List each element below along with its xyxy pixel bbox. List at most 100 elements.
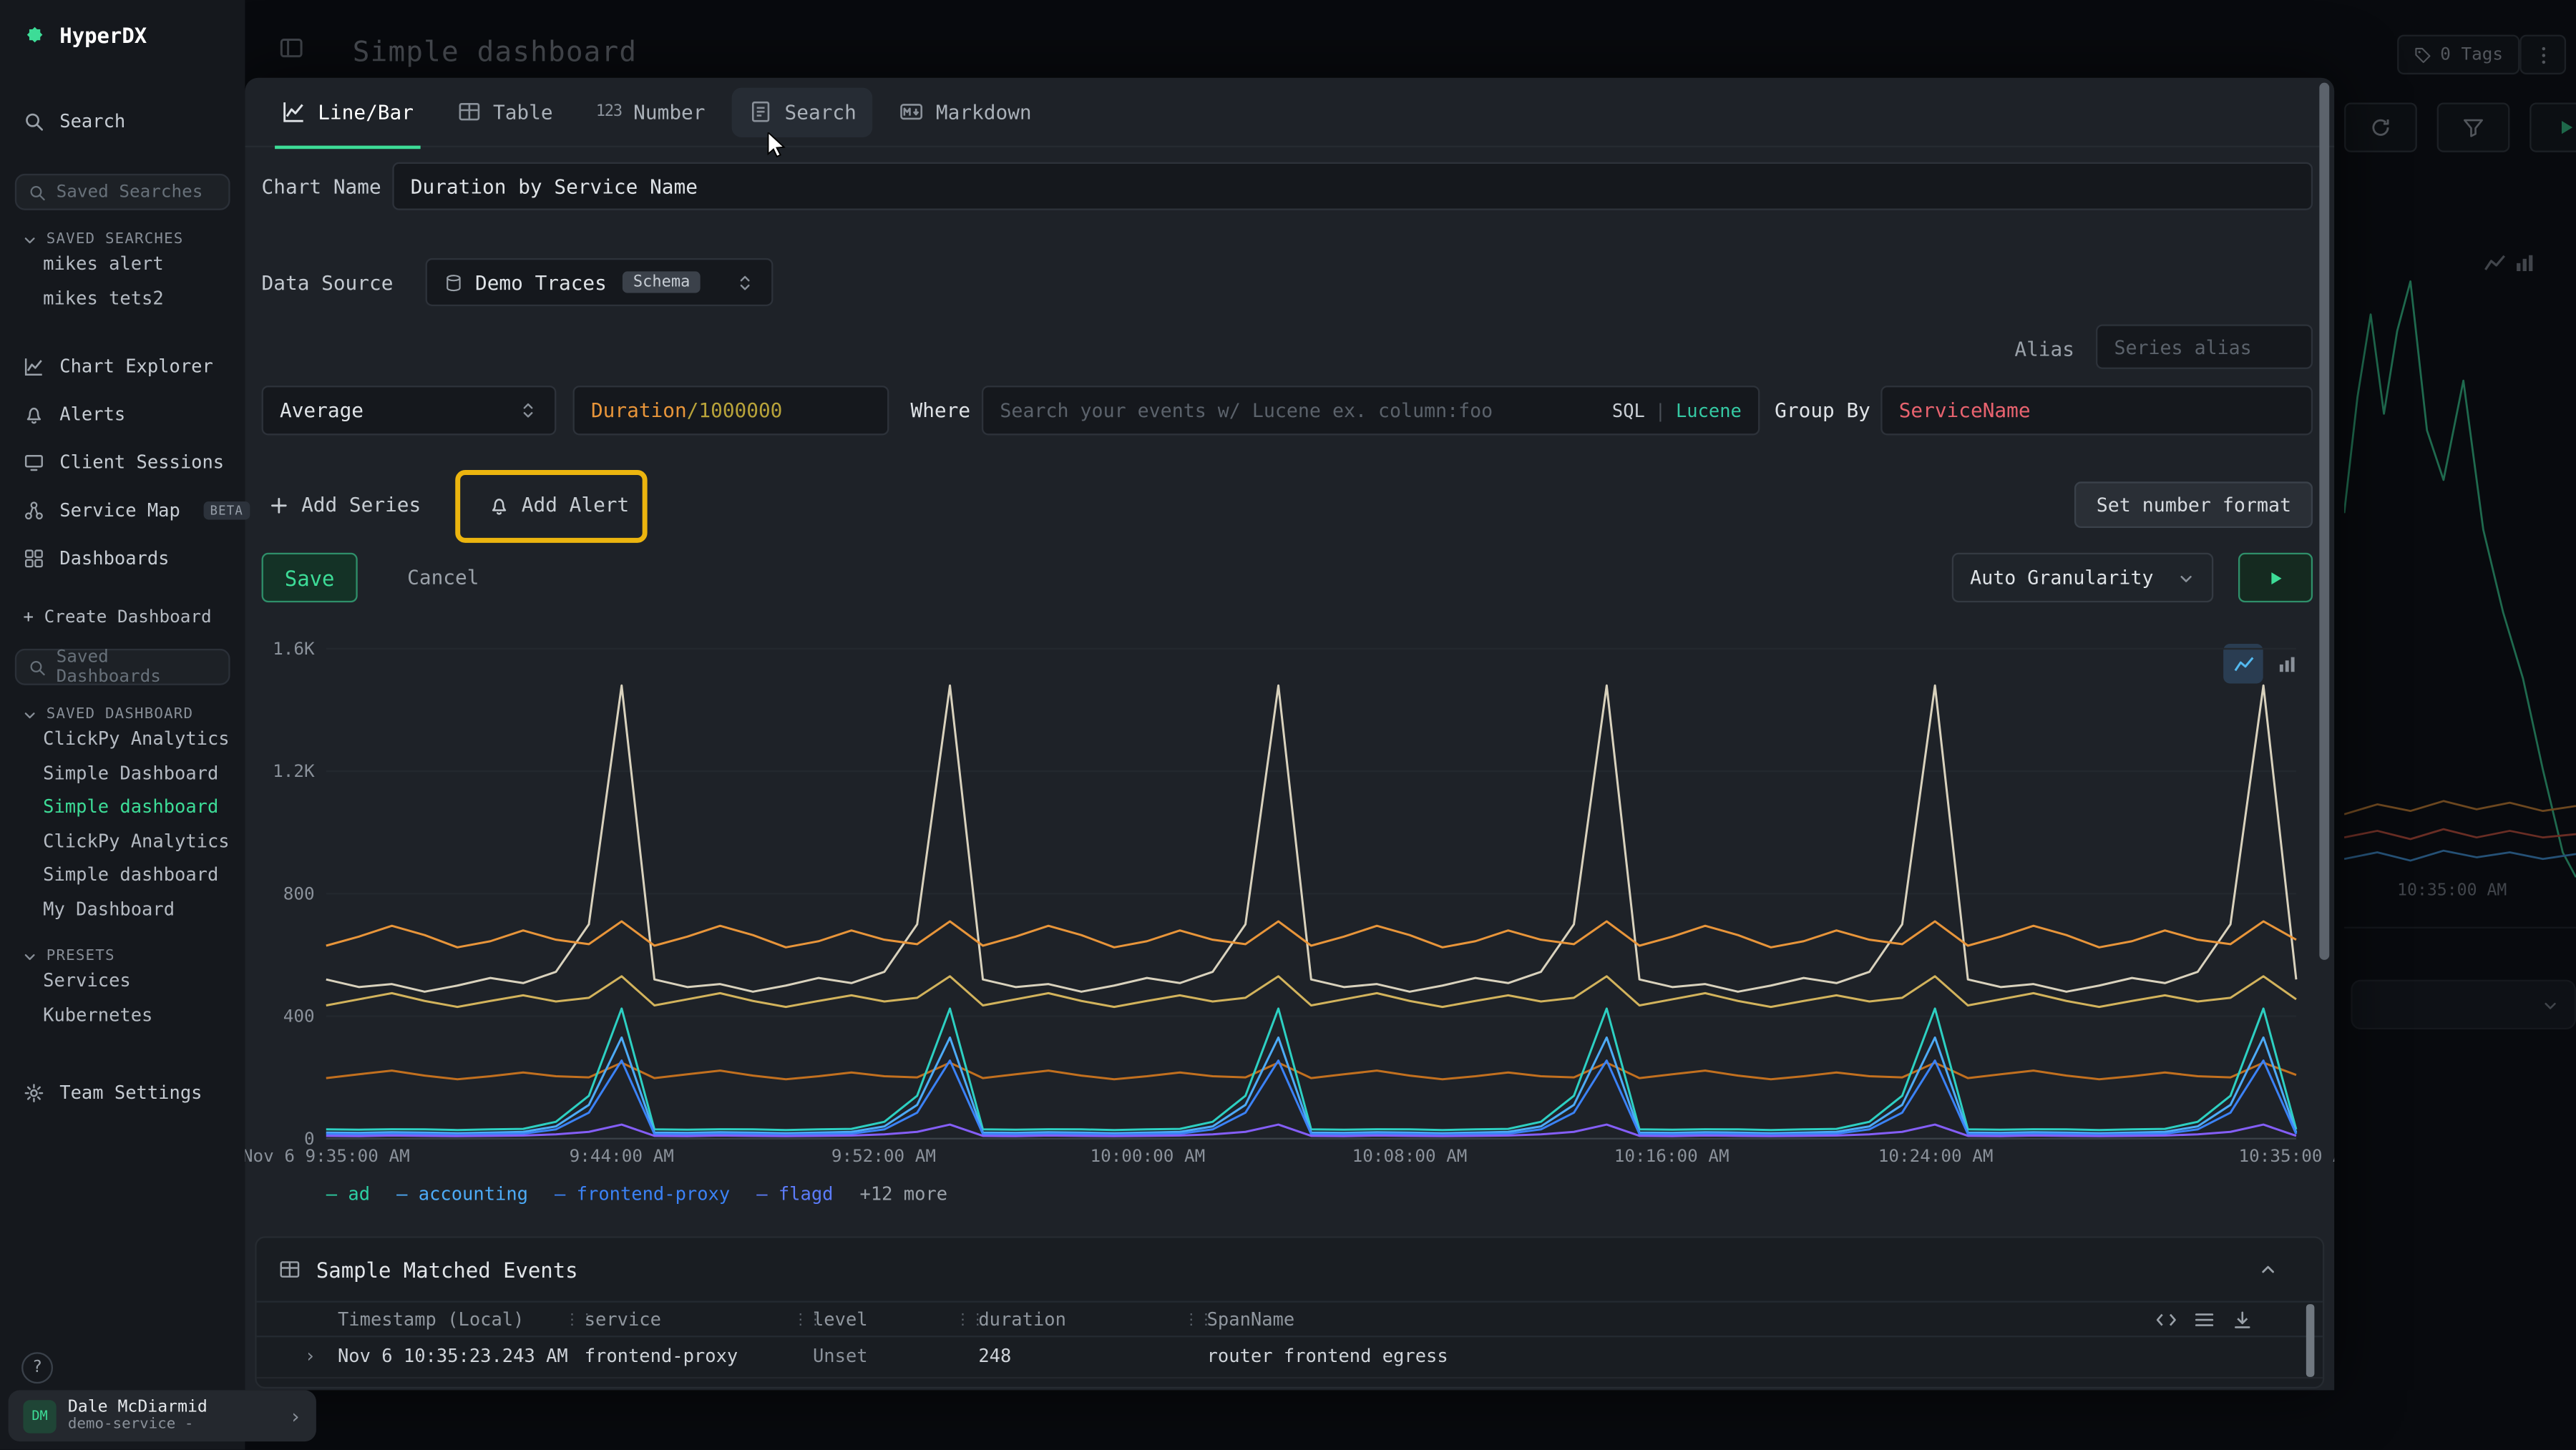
sample-events-title: Sample Matched Events [316,1257,578,1282]
column-spanname[interactable]: SpanName [1207,1303,1295,1339]
saved-dashboards-header[interactable]: SAVED DASHBOARD [0,707,245,723]
set-number-format-button[interactable]: Set number format [2075,481,2313,528]
tab-search[interactable]: Search [732,87,873,136]
legend-item[interactable]: — ad [326,1183,370,1205]
sidebar-item-client-sessions[interactable]: Client Sessions [0,439,245,486]
add-series-button[interactable]: Add Series [268,493,421,516]
sidebar-item-alerts[interactable]: Alerts [0,391,245,439]
aggregation-select[interactable]: Average [262,386,557,435]
tab-number[interactable]: 123 Number [580,78,722,147]
legend-label: flagd [779,1183,834,1205]
section-label: PRESETS [47,949,115,965]
saved-dashboards-input[interactable]: Saved Dashboards [15,649,230,685]
sidebar-item-label: Search [59,111,125,132]
tab-table[interactable]: Table [440,78,570,147]
svg-text:10:24:00 AM: 10:24:00 AM [1878,1145,1994,1166]
field-input[interactable]: Duration/1000000 [573,386,889,435]
sidebar-item-team-settings[interactable]: Team Settings [0,1069,245,1117]
svg-text:10:35:00 AM: 10:35:00 AM [2239,1145,2335,1166]
duration-chart: 04008001.2K1.6KNov 6 9:35:00 AM9:44:00 A… [255,637,2314,1177]
lucene-toggle[interactable]: Lucene [1676,400,1742,421]
beta-badge: BETA [203,501,250,519]
column-level[interactable]: level [813,1303,868,1339]
sidebar-item-dashboards[interactable]: Dashboards [0,534,245,582]
dashboard-item[interactable]: ClickPy Analytics [0,723,245,757]
legend-item[interactable]: — flagd [756,1183,833,1205]
sidebar-item-service-map[interactable]: Service Map BETA [0,486,245,534]
svg-text:800: 800 [283,883,315,903]
tab-line-bar[interactable]: Line/Bar [265,78,430,147]
column-duration[interactable]: duration [978,1303,1066,1339]
help-button[interactable]: ? [21,1352,53,1383]
saved-search-item[interactable]: mikes tets2 [0,282,245,315]
preset-item[interactable]: Kubernetes [0,999,245,1032]
field-name: Duration [591,399,687,422]
markdown-icon [899,99,924,124]
svg-text:Nov 6 9:35:00 AM: Nov 6 9:35:00 AM [245,1145,409,1166]
row-expander-icon[interactable]: › [305,1339,316,1376]
line-chart-icon [281,99,306,124]
cell-service: frontend-proxy [585,1339,738,1376]
row-density-icon[interactable] [2194,1309,2215,1331]
group-by-input[interactable]: ServiceName [1880,386,2313,435]
collapse-section-icon[interactable] [2258,1260,2278,1280]
app-logo[interactable]: HyperDX [0,0,245,48]
add-alert-button[interactable]: Add Alert [489,493,630,516]
dashboard-item[interactable]: Simple Dashboard [0,757,245,790]
cell-timestamp: Nov 6 10:35:23.243 AM [338,1339,568,1376]
presets-header[interactable]: PRESETS [0,949,245,965]
sql-toggle[interactable]: SQL [1612,400,1645,421]
table-scrollbar[interactable] [2306,1304,2315,1377]
column-timestamp[interactable]: Timestamp (Local) [338,1303,524,1339]
where-input[interactable]: Search your events w/ Lucene ex. column:… [982,386,1760,435]
alias-input[interactable]: Series alias [2096,324,2313,368]
svg-text:10:08:00 AM: 10:08:00 AM [1352,1145,1468,1166]
column-service[interactable]: service [585,1303,661,1339]
data-source-select[interactable]: Demo Traces Schema [426,258,774,306]
create-dashboard-button[interactable]: + Create Dashboard [0,596,245,639]
cell-spanname: router frontend egress [1207,1378,1448,1388]
section-label: SAVED SEARCHES [47,232,184,248]
event-row[interactable]: › Nov 6 10:35:22.957 AM frontend-proxy U… [257,1377,2323,1388]
cancel-button[interactable]: Cancel [407,566,479,589]
where-label: Where [910,399,970,422]
sidebar-item-chart-explorer[interactable]: Chart Explorer [0,343,245,391]
cell-duration: 312 [978,1378,1011,1388]
saved-searches-header[interactable]: SAVED SEARCHES [0,232,245,248]
saved-search-item[interactable]: mikes alert [0,248,245,282]
chart-name-input[interactable]: Duration by Service Name [392,162,2313,210]
section-label: SAVED DASHBOARD [47,707,193,723]
dashboard-item[interactable]: ClickPy Analytics [0,825,245,858]
tab-label: Search [785,100,857,123]
chart-editor-modal: Line/Bar Table 123 Number Search Markdow… [245,78,2334,1391]
dashboard-item-active[interactable]: Simple dashboard [0,791,245,825]
user-org: demo-service - [68,1416,208,1433]
sidebar-item-label: Chart Explorer [59,356,213,377]
preset-item[interactable]: Services [0,965,245,999]
brand-name: HyperDX [59,22,147,47]
add-series-label: Add Series [301,493,421,516]
modal-scrollbar[interactable] [2319,83,2329,960]
download-icon[interactable] [2232,1309,2253,1331]
legend-item[interactable]: — accounting [396,1183,528,1205]
row-expander-icon[interactable]: › [305,1378,316,1388]
granularity-select[interactable]: Auto Granularity [1952,553,2214,602]
legend-more[interactable]: +12 more [860,1183,948,1205]
app-root: Simple dashboard 0 Tags 10:35:00 AM [0,0,2576,1450]
code-view-icon[interactable] [2155,1309,2177,1331]
legend-item[interactable]: — frontend-proxy [555,1183,730,1205]
save-button[interactable]: Save [262,553,358,602]
sidebar-item-search[interactable]: Search [0,98,245,146]
group-by-value: ServiceName [1899,399,2031,422]
sidebar-item-label: Client Sessions [59,452,224,474]
event-row[interactable]: › Nov 6 10:35:23.243 AM frontend-proxy U… [257,1339,2323,1376]
sidebar-item-label: Service Map [59,500,180,521]
dashboard-item[interactable]: Simple dashboard [0,859,245,893]
saved-searches-input[interactable]: Saved Searches [15,174,230,210]
search-icon [28,658,46,676]
dashboard-item[interactable]: My Dashboard [0,893,245,926]
tab-markdown[interactable]: Markdown [883,78,1048,147]
run-chart-button[interactable] [2238,553,2313,602]
user-menu[interactable]: DM Dale McDiarmid demo-service - › [9,1390,316,1441]
sample-events-column-header: Timestamp (Local) ⋮⋮ service ⋮⋮ level ⋮⋮… [257,1300,2323,1337]
